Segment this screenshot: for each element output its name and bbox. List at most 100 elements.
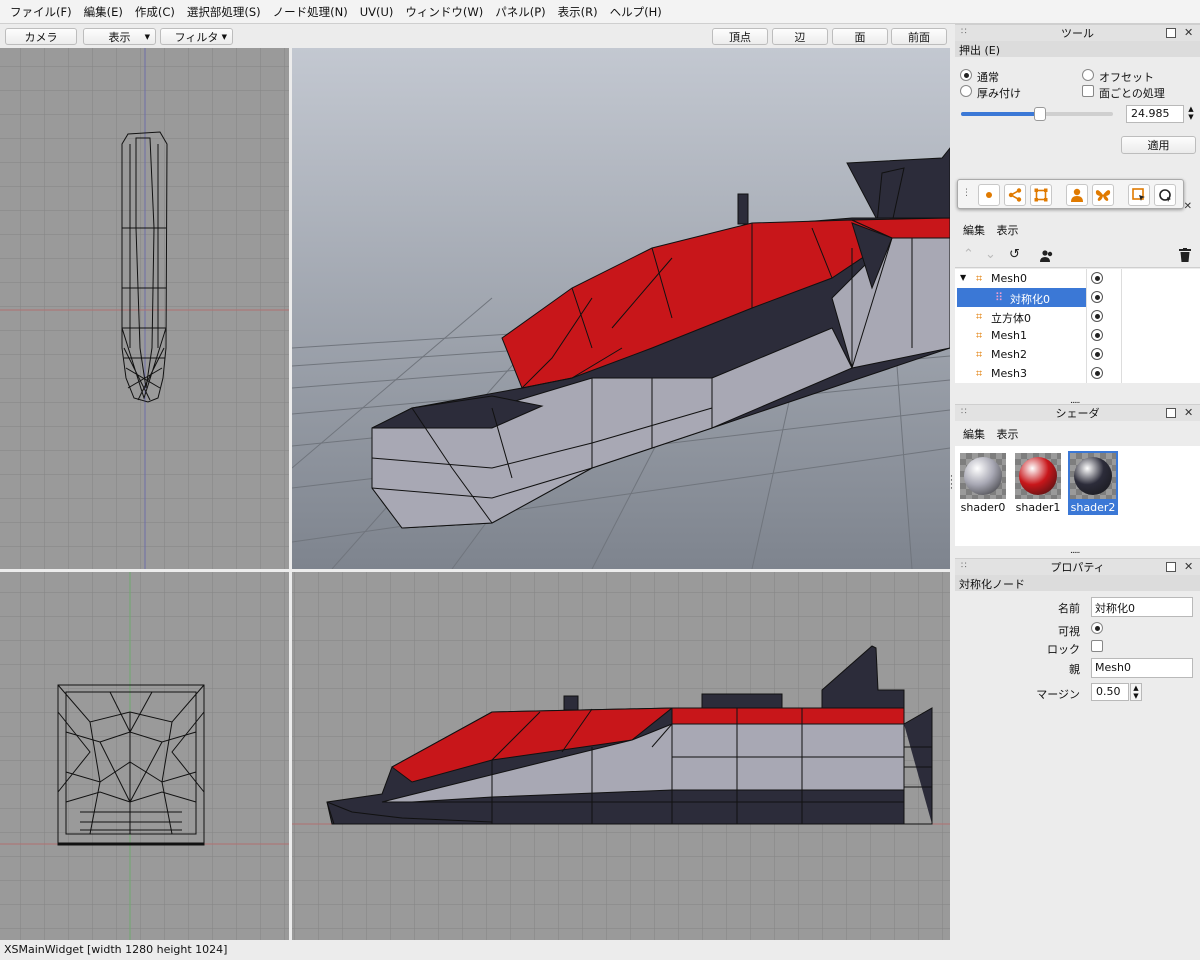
lock-checkbox[interactable] xyxy=(1091,640,1103,652)
shader-thumbnail xyxy=(1015,453,1061,499)
visibility-toggle[interactable] xyxy=(1091,329,1103,341)
tree-list: ▼ ⌗ Mesh0 ⠿ 対称化0 ⌗ 立方体0 ⌗ Mesh1 ⌗ Mesh2 … xyxy=(955,269,1200,383)
tree-item-cube0[interactable]: ⌗ 立方体0 xyxy=(955,307,1200,326)
float-panel-icon[interactable] xyxy=(1166,562,1176,572)
apply-button[interactable]: 適用 xyxy=(1121,136,1196,154)
name-input[interactable]: 対称化0 xyxy=(1091,597,1193,617)
tree-item-mesh3[interactable]: ⌗ Mesh3 xyxy=(955,364,1200,383)
shader-edit-menu[interactable]: 編集 xyxy=(963,428,985,441)
tree-view-menu[interactable]: 表示 xyxy=(997,224,1019,237)
tree-item-mesh2[interactable]: ⌗ Mesh2 xyxy=(955,345,1200,364)
front-mode-button[interactable]: 前面 xyxy=(891,28,947,45)
extrude-value-input[interactable]: 24.985 xyxy=(1126,105,1184,123)
normal-label: 通常 xyxy=(977,71,999,84)
shader-view-menu[interactable]: 表示 xyxy=(997,428,1019,441)
trash-icon[interactable] xyxy=(1179,248,1191,262)
menu-item-2[interactable]: 作成(C) xyxy=(129,4,181,20)
menu-item-3[interactable]: 選択部処理(S) xyxy=(181,4,267,20)
expand-arrow-icon[interactable]: ▼ xyxy=(960,273,966,282)
toolbar-grip-icon[interactable]: ⋮ xyxy=(962,188,971,198)
shader-item-1[interactable]: shader1 xyxy=(1013,451,1063,515)
menu-item-1[interactable]: 編集(E) xyxy=(78,4,129,20)
menu-item-9[interactable]: ヘルプ(H) xyxy=(604,4,668,20)
extrude-slider-track[interactable] xyxy=(961,107,1113,121)
edge-mode-button[interactable]: 辺 xyxy=(772,28,828,45)
top-view-canvas xyxy=(0,48,289,569)
viewport-side[interactable] xyxy=(292,572,950,940)
group-users-icon[interactable] xyxy=(1040,249,1054,263)
tool-section-title: 押出 (E) xyxy=(959,44,1001,57)
menu-item-5[interactable]: UV(U) xyxy=(354,5,400,19)
viewport-perspective[interactable] xyxy=(292,48,950,569)
shader-item-0[interactable]: shader0 xyxy=(958,451,1008,515)
filter-dropdown[interactable]: フィルタ ▼ xyxy=(160,28,233,45)
thickness-label: 厚み付け xyxy=(977,87,1021,100)
status-text: XSMainWidget [width 1280 height 1024] xyxy=(4,943,228,956)
panel-grip-icon[interactable]: ∷ xyxy=(961,27,967,37)
menu-item-0[interactable]: ファイル(F) xyxy=(4,4,78,20)
visibility-toggle[interactable] xyxy=(1091,348,1103,360)
splitter-handle-icon[interactable]: · · · · xyxy=(950,473,953,494)
margin-input[interactable]: 0.50 xyxy=(1091,683,1129,701)
move-down-icon[interactable]: ⌄ xyxy=(985,247,996,262)
tree-item-mesh1[interactable]: ⌗ Mesh1 xyxy=(955,326,1200,345)
value-stepper[interactable]: ▲ ▼ xyxy=(1186,105,1196,123)
tree-item-symmetry0[interactable]: ⠿ 対称化0 xyxy=(955,288,1200,307)
thickness-radio[interactable] xyxy=(960,85,972,97)
shader-panel-titlebar[interactable]: ∷ シェーダ ✕ xyxy=(955,404,1200,421)
shader-thumbnail xyxy=(960,453,1006,499)
viewport-front[interactable] xyxy=(0,572,289,940)
parent-value: Mesh0 xyxy=(1095,661,1131,674)
visibility-toggle[interactable] xyxy=(1091,367,1103,379)
shader-name: shader2 xyxy=(1070,501,1116,514)
normal-radio[interactable] xyxy=(960,69,972,81)
close-icon[interactable]: ✕ xyxy=(1184,26,1193,39)
mesh-icon: ⌗ xyxy=(976,329,983,342)
shader-preview-sphere xyxy=(1019,457,1057,495)
tree-item-label: Mesh1 xyxy=(991,329,1027,342)
camera-button[interactable]: カメラ xyxy=(5,28,77,45)
tree-menu-bar: 編集 表示 xyxy=(955,220,1200,240)
tree-edit-menu[interactable]: 編集 xyxy=(963,224,985,237)
parent-input[interactable]: Mesh0 xyxy=(1091,658,1193,678)
close-icon[interactable]: ✕ xyxy=(1184,406,1193,419)
offset-radio[interactable] xyxy=(1082,69,1094,81)
mesh-icon: ⌗ xyxy=(976,348,983,361)
offset-label: オフセット xyxy=(1099,71,1154,84)
margin-stepper[interactable]: ▲ ▼ xyxy=(1130,683,1142,701)
undo-icon[interactable]: ↺ xyxy=(1009,247,1020,262)
menu-item-4[interactable]: ノード処理(N) xyxy=(267,4,354,20)
visible-label: 可視 xyxy=(1058,625,1080,638)
name-value: 対称化0 xyxy=(1095,602,1135,615)
menu-item-6[interactable]: ウィンドウ(W) xyxy=(399,4,489,20)
visible-toggle[interactable] xyxy=(1091,622,1103,634)
per-face-checkbox[interactable] xyxy=(1082,85,1094,97)
visibility-toggle[interactable] xyxy=(1091,291,1103,303)
shader-item-2[interactable]: shader2 xyxy=(1068,451,1118,515)
property-panel-titlebar[interactable]: ∷ プロパティ ✕ xyxy=(955,558,1200,575)
close-icon[interactable]: ✕ xyxy=(1184,560,1193,573)
float-panel-icon[interactable] xyxy=(1166,408,1176,418)
extrude-value-text: 24.985 xyxy=(1131,107,1170,120)
parent-label: 親 xyxy=(1069,663,1080,676)
panel-grip-icon[interactable]: ∷ xyxy=(961,407,967,417)
float-panel-icon[interactable] xyxy=(1166,28,1176,38)
face-mode-button[interactable]: 面 xyxy=(832,28,888,45)
vertex-mode-button[interactable]: 頂点 xyxy=(712,28,768,45)
viewport-top[interactable] xyxy=(0,48,289,569)
close-icon[interactable]: ✕ xyxy=(1184,201,1192,212)
visibility-toggle[interactable] xyxy=(1091,310,1103,322)
front-mode-label: 前面 xyxy=(908,30,930,44)
name-label: 名前 xyxy=(1058,602,1080,615)
resize-handle-icon[interactable]: ..... xyxy=(1070,546,1080,556)
tool-panel-titlebar[interactable]: ∷ ツール ✕ xyxy=(955,24,1200,41)
visibility-toggle[interactable] xyxy=(1091,272,1103,284)
tree-item-mesh0[interactable]: ▼ ⌗ Mesh0 xyxy=(955,269,1200,288)
menu-item-7[interactable]: パネル(P) xyxy=(489,4,551,20)
vertex-mode-label: 頂点 xyxy=(729,30,751,44)
menu-item-8[interactable]: 表示(R) xyxy=(552,4,604,20)
move-up-icon[interactable]: ⌃ xyxy=(963,247,974,262)
view-dropdown[interactable]: 表示 ▼ xyxy=(83,28,156,45)
panel-grip-icon[interactable]: ∷ xyxy=(961,561,967,571)
extrude-slider-handle[interactable] xyxy=(1034,107,1047,121)
